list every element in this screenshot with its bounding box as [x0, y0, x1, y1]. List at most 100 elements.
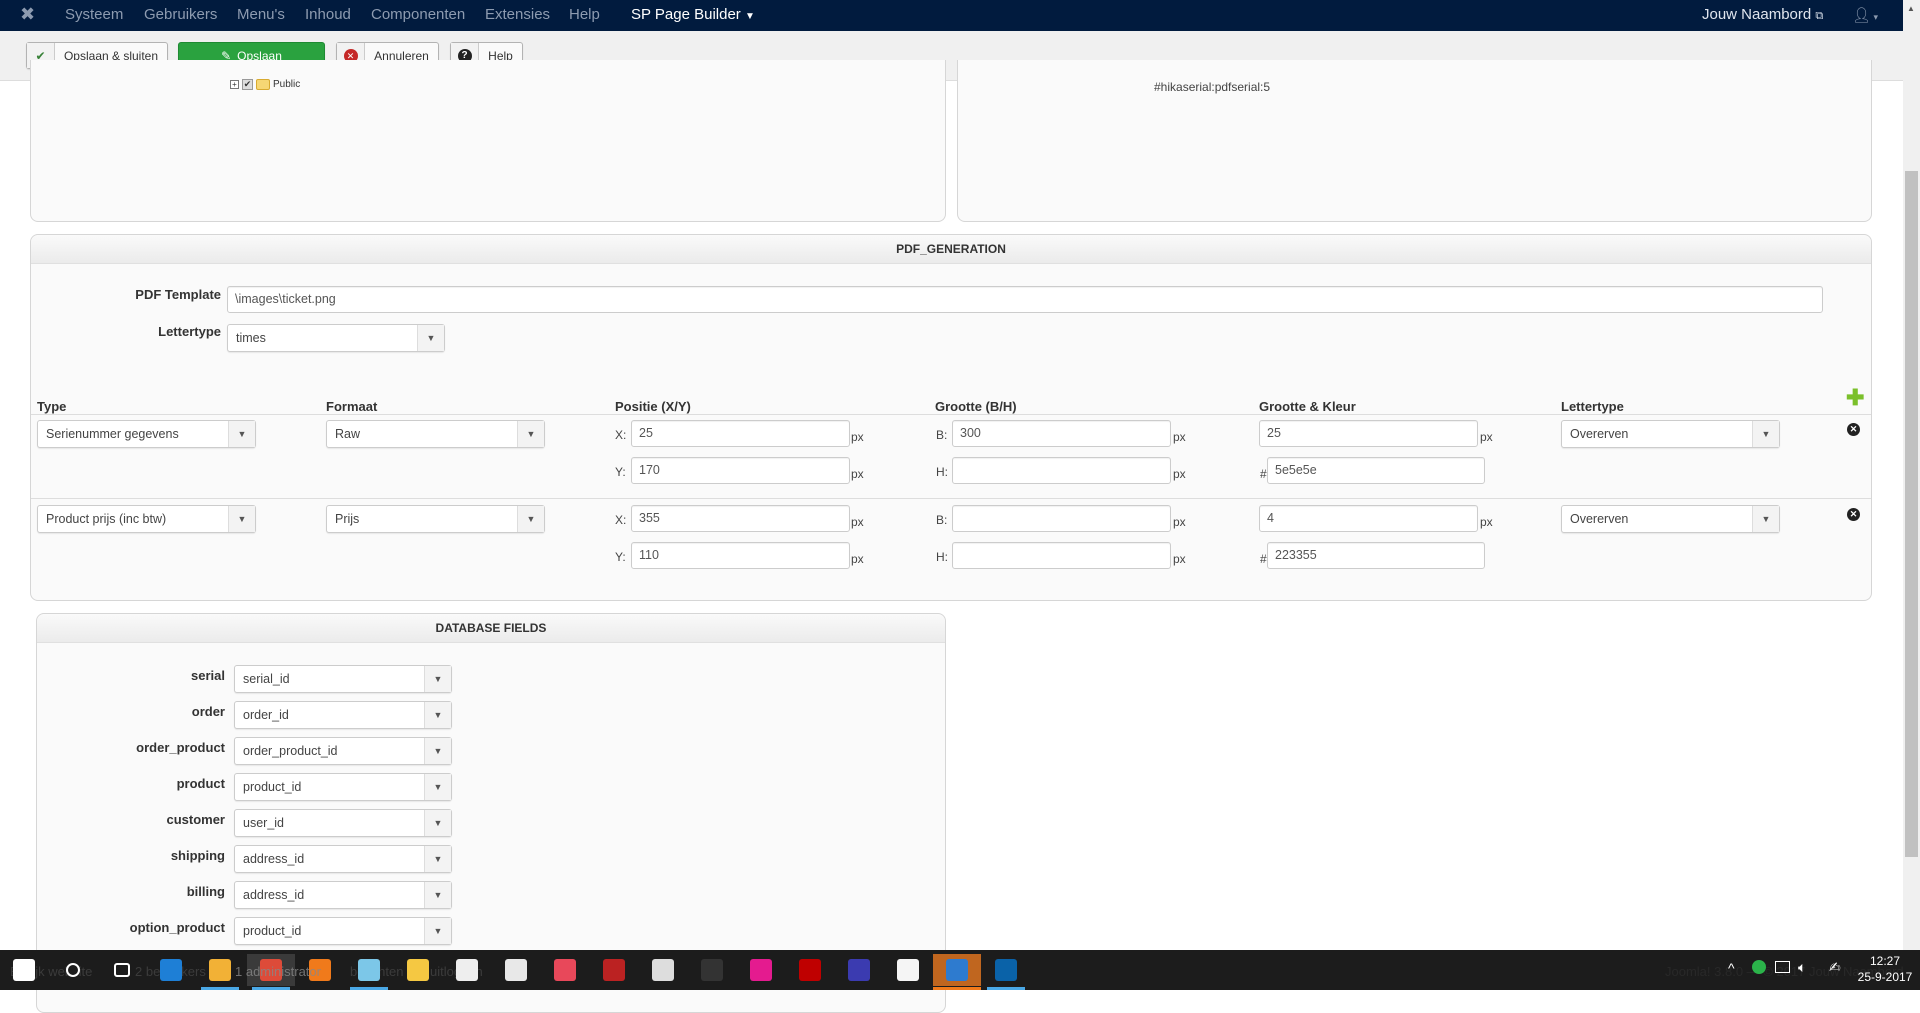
orange-app-icon-glyph: [946, 959, 968, 981]
font-label: Lettertype: [158, 324, 221, 339]
editor-icon[interactable]: [639, 954, 687, 986]
hash-label: #: [1260, 552, 1267, 566]
font-size-input[interactable]: 25: [1259, 420, 1478, 447]
menu-extensies[interactable]: Extensies: [485, 6, 550, 23]
purple-app-icon[interactable]: [737, 954, 785, 986]
h-label: H:: [936, 465, 948, 479]
menu-sp-page-builder[interactable]: SP Page Builder ▼: [631, 6, 755, 23]
remove-row-icon[interactable]: ✕: [1847, 423, 1860, 436]
type-select[interactable]: Serienummer gegevens ▼: [37, 420, 256, 448]
field-select[interactable]: user_id ▼: [234, 809, 452, 837]
scroll-up-icon[interactable]: ▲: [1907, 4, 1915, 13]
clock[interactable]: 12:27 25-9-2017: [1855, 953, 1915, 985]
paper-plane-icon[interactable]: [590, 954, 638, 986]
field-select[interactable]: serial_id ▼: [234, 665, 452, 693]
menu-componenten[interactable]: Componenten: [371, 6, 465, 23]
field-select[interactable]: order_product_id ▼: [234, 737, 452, 765]
unit-label: px: [1173, 430, 1186, 444]
itunes-icon[interactable]: [884, 954, 932, 986]
height-input[interactable]: [952, 457, 1171, 484]
unit-label: px: [851, 430, 864, 444]
notepad-icon-glyph: [358, 959, 380, 981]
format-select[interactable]: Prijs ▼: [326, 505, 545, 533]
user-menu-icon[interactable]: 👤︎ ▾: [1852, 6, 1878, 24]
height-input[interactable]: [952, 542, 1171, 569]
windows-start-icon[interactable]: [0, 954, 48, 986]
outlook-icon-glyph: [209, 959, 231, 981]
x-label: X:: [615, 513, 627, 527]
calculator-icon[interactable]: [443, 954, 491, 986]
menu-gebruikers[interactable]: Gebruikers: [144, 6, 217, 23]
pos-x-input[interactable]: 25: [631, 420, 850, 447]
add-row-plus-icon[interactable]: ✚: [1846, 385, 1864, 411]
pdf-generation-panel: PDF_GENERATION PDF Template \images\tick…: [30, 234, 1872, 601]
pen-icon[interactable]: ✍︎: [1829, 959, 1841, 976]
menu-systeem[interactable]: Systeem: [65, 6, 123, 23]
y-label: Y:: [615, 465, 626, 479]
b-label: B:: [936, 513, 948, 527]
folder-icon: [256, 79, 270, 90]
row-font-select[interactable]: Overerven ▼: [1561, 420, 1780, 448]
field-select[interactable]: address_id ▼: [234, 881, 452, 909]
font-size-input[interactable]: 4: [1259, 505, 1478, 532]
field-select[interactable]: product_id ▼: [234, 917, 452, 945]
edge-icon[interactable]: [147, 954, 195, 986]
width-input[interactable]: 300: [952, 420, 1171, 447]
format-select[interactable]: Raw ▼: [326, 420, 545, 448]
orange-app-icon[interactable]: [933, 954, 981, 986]
pos-x-input[interactable]: 355: [631, 505, 850, 532]
chevron-down-icon: ▼: [424, 666, 451, 692]
col-lettertype: Lettertype: [1561, 399, 1624, 414]
field-select[interactable]: product_id ▼: [234, 773, 452, 801]
col-formaat: Formaat: [326, 399, 378, 414]
pdf-generation-title: PDF_GENERATION: [31, 235, 1871, 264]
menu-inhoud[interactable]: Inhoud: [305, 6, 351, 23]
dropbox-sync-icon[interactable]: [1752, 960, 1766, 974]
y-label: Y:: [615, 550, 626, 564]
menu-menus[interactable]: Menu's: [237, 6, 285, 23]
font-select[interactable]: times ▼: [227, 324, 445, 352]
tree-item-public[interactable]: + ✔ Public: [230, 79, 300, 90]
notepad-icon[interactable]: [345, 954, 393, 986]
file-explorer-icon[interactable]: [394, 954, 442, 986]
joomla-logo-icon[interactable]: ✖: [20, 4, 35, 25]
field-select[interactable]: order_id ▼: [234, 701, 452, 729]
photoshop-icon[interactable]: [982, 954, 1030, 986]
checkbox-checked-icon[interactable]: ✔: [242, 79, 253, 90]
volume-icon[interactable]: 🔈︎: [1798, 959, 1806, 976]
taskbar: Bekijk website 2 bezoekers berichten uit…: [0, 950, 1920, 990]
row-font-select[interactable]: Overerven ▼: [1561, 505, 1780, 533]
expand-icon[interactable]: +: [230, 80, 239, 89]
windows-start-icon-glyph: [13, 959, 35, 981]
acrobat-icon[interactable]: [492, 954, 540, 986]
field-label: customer: [166, 812, 225, 827]
type-select[interactable]: Product prijs (inc btw) ▼: [37, 505, 256, 533]
col-positie: Positie (X/Y): [615, 399, 691, 414]
terminal-icon[interactable]: [688, 954, 736, 986]
scrollbar-thumb[interactable]: [1905, 171, 1918, 857]
chevron-down-icon: ▼: [424, 846, 451, 872]
color-input[interactable]: 223355: [1267, 542, 1485, 569]
field-select[interactable]: address_id ▼: [234, 845, 452, 873]
field-label: option_product: [129, 920, 225, 935]
b-label: B:: [936, 428, 948, 442]
scrollbar[interactable]: ▲: [1903, 0, 1920, 950]
network-icon[interactable]: [1775, 961, 1790, 973]
pdf-template-input[interactable]: \images\ticket.png: [227, 286, 1823, 313]
field-label: serial: [191, 668, 225, 683]
site-link[interactable]: Jouw Naambord ⧉: [1702, 6, 1823, 23]
filezilla-icon[interactable]: [786, 954, 834, 986]
top-navbar: ✖ Systeem Gebruikers Menu's Inhoud Compo…: [0, 0, 1903, 31]
search-icon[interactable]: [49, 954, 97, 986]
remove-row-icon[interactable]: ✕: [1847, 508, 1860, 521]
menu-help[interactable]: Help: [569, 6, 600, 23]
tray-chevron-icon[interactable]: ^: [1728, 960, 1735, 976]
pos-y-input[interactable]: 170: [631, 457, 850, 484]
color-input[interactable]: 5e5e5e: [1267, 457, 1485, 484]
task-view-icon[interactable]: [98, 954, 146, 986]
width-input[interactable]: [952, 505, 1171, 532]
field-select-value: address_id: [243, 852, 305, 866]
pos-y-input[interactable]: 110: [631, 542, 850, 569]
heart-app-icon[interactable]: [541, 954, 589, 986]
fv-icon[interactable]: [835, 954, 883, 986]
